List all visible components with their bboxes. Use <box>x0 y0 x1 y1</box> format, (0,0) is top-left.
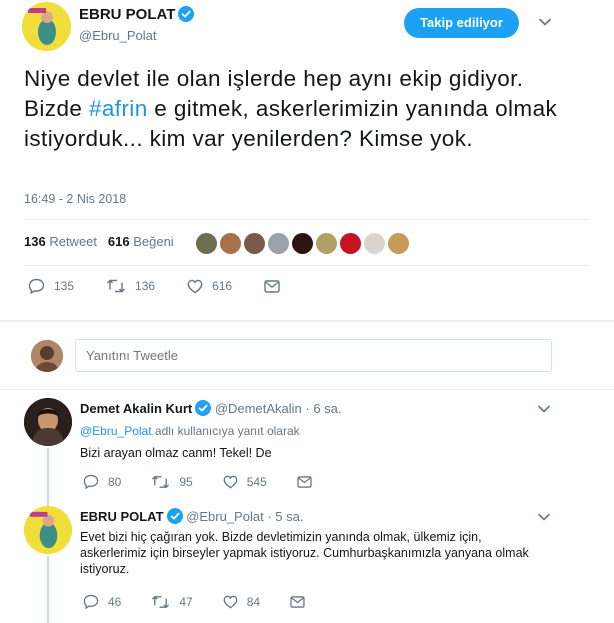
like-stat[interactable]: 616 Beğeni <box>108 234 174 249</box>
liker-avatar[interactable] <box>292 233 313 254</box>
chevron-down-icon[interactable] <box>538 513 550 521</box>
reply-text: Bizi arayan olmaz canm! Tekel! De <box>80 446 272 460</box>
retweet-action[interactable]: 136 <box>106 279 155 293</box>
hashtag-link[interactable]: #afrin <box>89 96 148 121</box>
following-button[interactable]: Takip ediliyor <box>404 8 519 38</box>
like-action[interactable]: 84 <box>223 595 260 609</box>
liker-avatar[interactable] <box>244 233 265 254</box>
retweet-action-count: 95 <box>179 474 193 489</box>
retweet-stat[interactable]: 136 Retweet <box>24 234 97 249</box>
liker-avatar[interactable] <box>316 233 337 254</box>
current-user-avatar[interactable] <box>31 340 63 372</box>
tweet-stats: 136 Retweet 616 Beğeni <box>24 234 174 249</box>
tweet-actions: 135 136 616 <box>28 278 321 294</box>
liker-avatar[interactable] <box>220 233 241 254</box>
divider <box>24 265 590 266</box>
reply-header: Demet Akalin Kurt @DemetAkalin · 6 sa. <box>80 400 342 416</box>
liker-avatar[interactable] <box>388 233 409 254</box>
reply-author-avatar[interactable] <box>24 506 72 554</box>
like-action-count: 616 <box>212 279 233 293</box>
direct-message-action[interactable] <box>290 595 314 608</box>
liker-avatar[interactable] <box>196 233 217 254</box>
verified-icon <box>166 508 183 524</box>
thread-line <box>47 556 49 623</box>
liker-avatar[interactable] <box>268 233 289 254</box>
chevron-down-icon[interactable] <box>538 405 550 413</box>
reply-icon <box>83 594 99 609</box>
divider <box>0 389 614 390</box>
section-divider <box>0 320 614 322</box>
reply-actions: 46 47 84 <box>83 594 344 609</box>
retweet-action[interactable]: 47 <box>151 594 193 609</box>
reply-count: 80 <box>108 474 122 489</box>
reply-author-handle[interactable]: @Ebru_Polat <box>186 509 264 524</box>
chevron-down-icon[interactable] <box>539 18 551 26</box>
reply-icon <box>28 278 45 294</box>
author-name[interactable]: EBRU POLAT <box>79 6 195 23</box>
reply-count: 46 <box>108 594 122 609</box>
retweet-icon <box>107 279 126 293</box>
like-action[interactable]: 545 <box>223 475 267 489</box>
message-icon <box>297 475 312 488</box>
reply-author-handle[interactable]: @DemetAkalin <box>215 401 302 416</box>
message-icon <box>264 279 280 293</box>
reply-author-avatar[interactable] <box>24 398 72 446</box>
author-avatar[interactable] <box>22 2 71 51</box>
message-icon <box>290 595 305 608</box>
replying-to-text: adlı kullanıcıya yanıt olarak <box>151 424 300 438</box>
tweet-timestamp[interactable]: 16:49 - 2 Nis 2018 <box>24 192 126 206</box>
reply-text: Evet bizi hiç çağıran yok. Bizde devleti… <box>80 530 529 576</box>
reply-actions: 80 95 545 <box>83 474 351 489</box>
verified-icon <box>178 6 195 22</box>
like-action-count: 84 <box>246 594 261 609</box>
like-action-count: 545 <box>246 474 267 489</box>
reply-time[interactable]: · 6 sa. <box>305 401 341 416</box>
heart-icon <box>187 279 203 293</box>
reply-header: EBRU POLAT @Ebru_Polat · 5 sa. <box>80 508 303 524</box>
verified-icon <box>195 400 212 416</box>
heart-icon <box>223 595 238 609</box>
reply-action[interactable]: 46 <box>83 594 121 609</box>
retweet-count: 136 <box>24 234 46 249</box>
author-name-text[interactable]: EBRU POLAT <box>79 6 175 23</box>
retweet-action-count: 47 <box>179 594 193 609</box>
heart-icon <box>223 475 238 489</box>
replying-to-user-link[interactable]: @Ebru_Polat <box>80 424 152 438</box>
reply-author-name[interactable]: Demet Akalin Kurt <box>80 401 192 416</box>
like-label: Beğeni <box>133 234 174 249</box>
tweet-text: Niye devlet ile olan işlerde hep aynı ek… <box>24 64 584 154</box>
direct-message-action[interactable] <box>297 475 321 488</box>
reply-icon <box>83 474 99 489</box>
like-count: 616 <box>107 234 130 249</box>
liker-avatars <box>196 233 409 255</box>
replying-to: @Ebru_Polat adlı kullanıcıya yanıt olara… <box>80 424 300 438</box>
reply-count: 135 <box>54 279 75 293</box>
liker-avatar[interactable] <box>364 233 385 254</box>
reply-time[interactable]: · 5 sa. <box>267 509 303 524</box>
retweet-action[interactable]: 95 <box>151 474 193 489</box>
reply-author-name[interactable]: EBRU POLAT <box>80 509 164 524</box>
reply-action[interactable]: 80 <box>83 474 121 489</box>
divider <box>24 219 590 220</box>
reply-input[interactable] <box>75 339 552 372</box>
retweet-label: Retweet <box>49 234 98 249</box>
author-handle[interactable]: @Ebru_Polat <box>79 28 157 43</box>
thread-line <box>47 448 49 506</box>
like-action[interactable]: 616 <box>187 279 232 294</box>
retweet-icon <box>152 595 170 608</box>
direct-message-action[interactable] <box>264 279 289 293</box>
liker-avatar[interactable] <box>340 233 361 254</box>
retweet-icon <box>152 475 170 488</box>
reply-action[interactable]: 135 <box>28 278 74 294</box>
retweet-action-count: 136 <box>135 279 156 293</box>
